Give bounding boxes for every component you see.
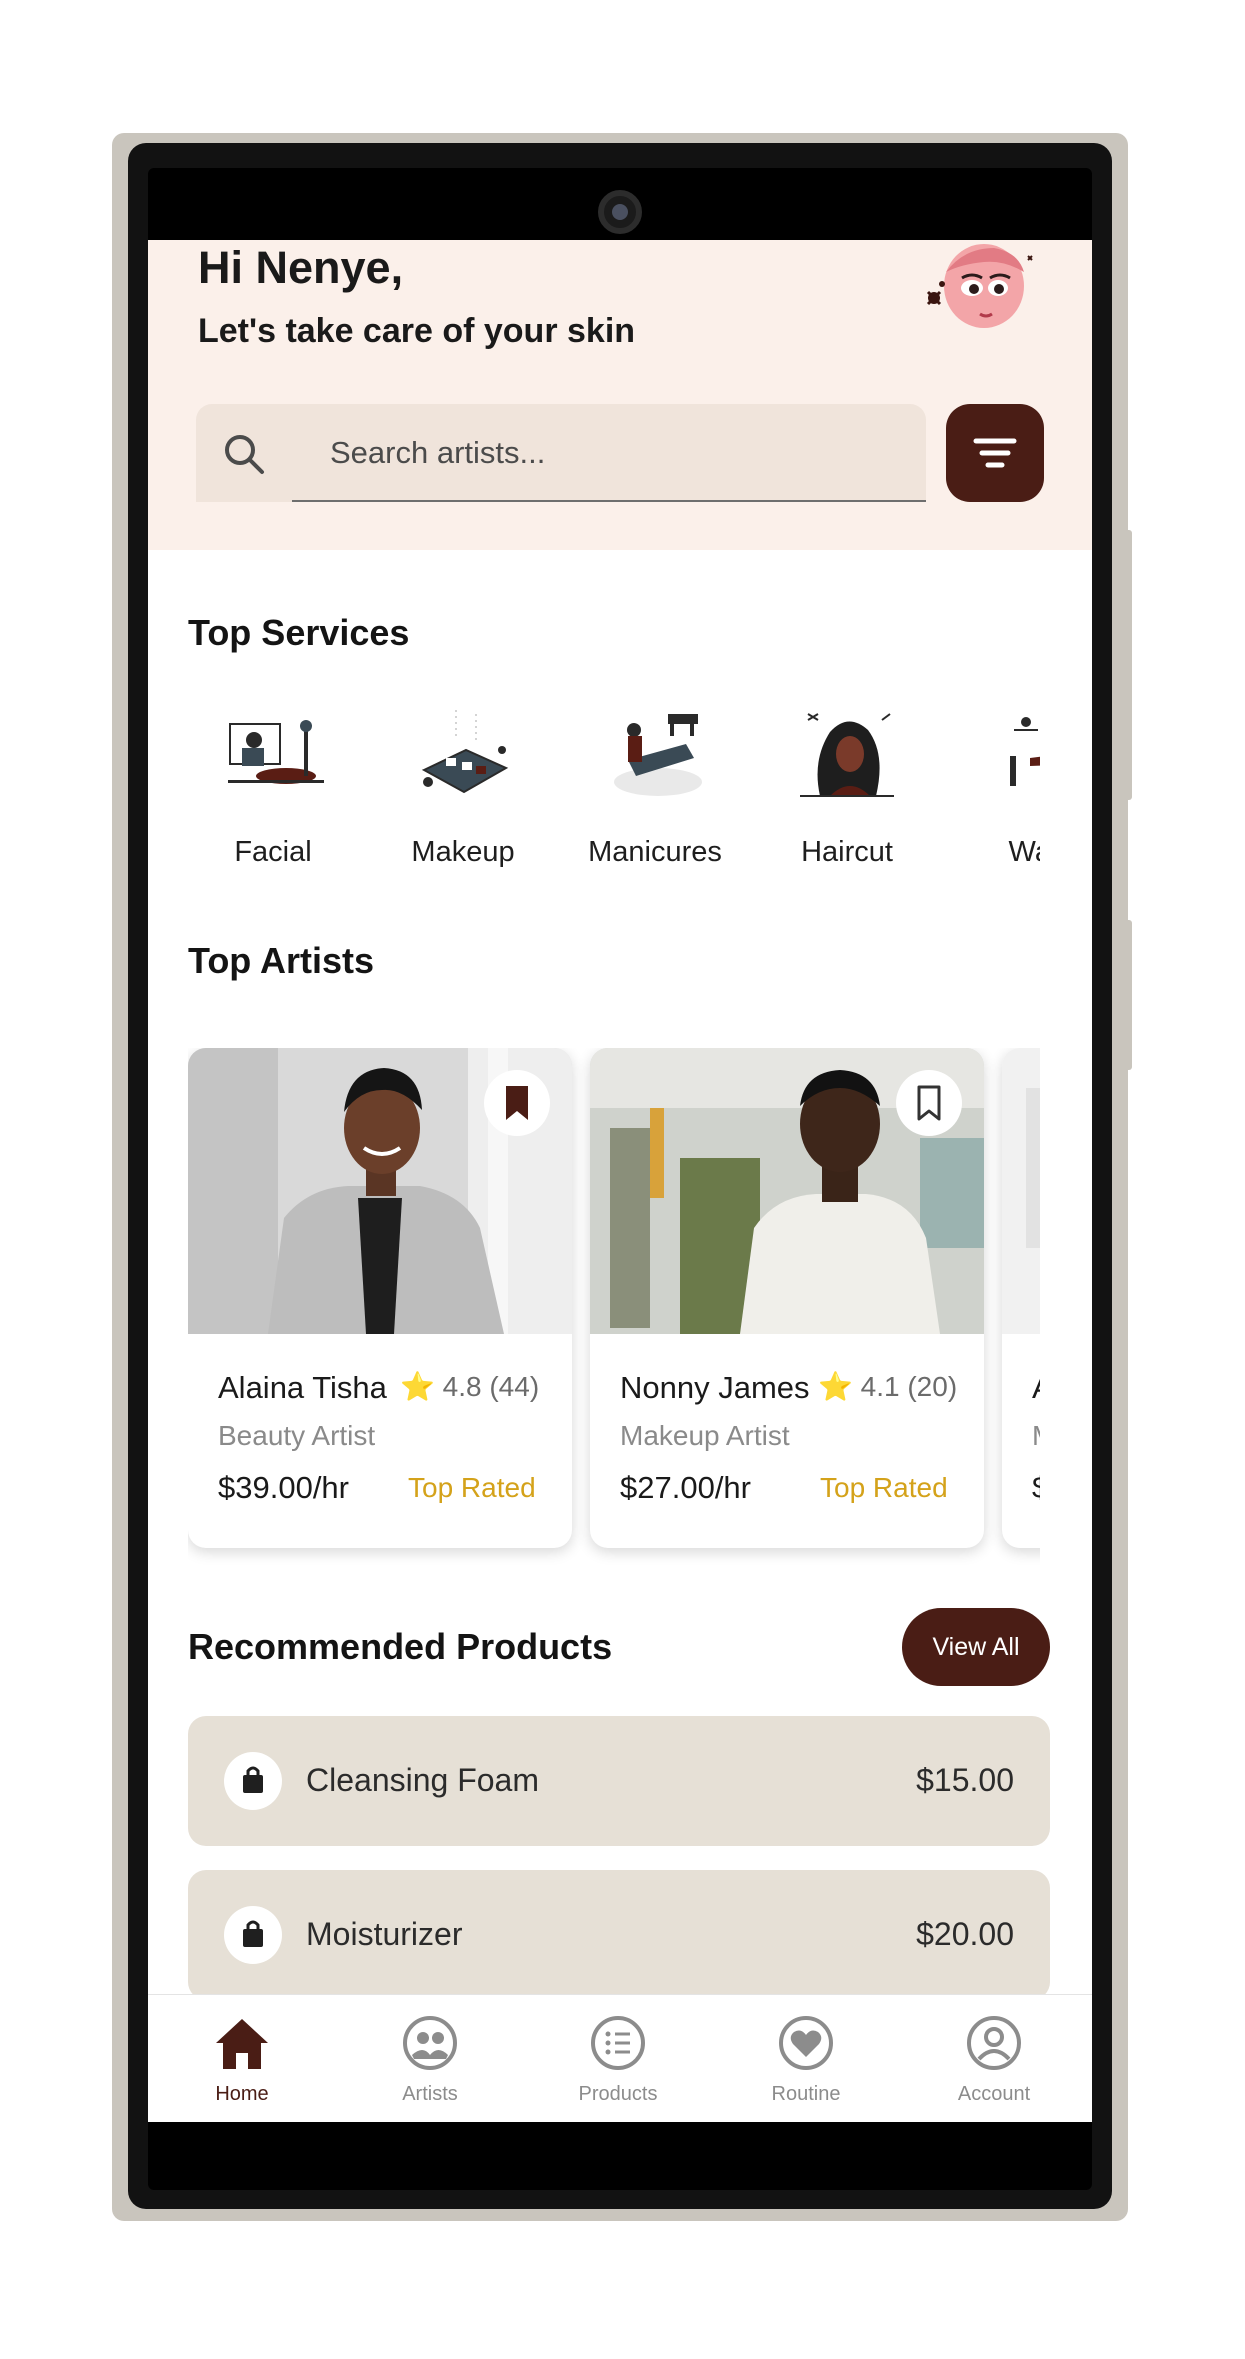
power-button [1124, 530, 1132, 800]
greeting: Hi Nenye, [198, 242, 404, 293]
product-price: $15.00 [916, 1762, 1014, 1798]
nav-item-account[interactable]: Account [900, 1995, 1088, 2122]
artist-photo [1002, 1048, 1040, 1334]
nav-label: Home [215, 2083, 269, 2105]
filter-icon [973, 438, 1017, 468]
nav-label: Routine [771, 2083, 841, 2105]
greeting-subtitle: Let's take care of your skin [198, 312, 636, 350]
artist-card[interactable]: Ar M $2 [1002, 1048, 1040, 1548]
search-underline [292, 500, 926, 502]
artist-name: Nonny James [620, 1370, 810, 1405]
bookmark-outline-icon [917, 1085, 941, 1121]
search-input[interactable] [330, 428, 890, 478]
artist-role: M [1032, 1420, 1040, 1452]
account-icon [967, 2016, 1021, 2070]
products-icon [591, 2016, 645, 2070]
search-bar[interactable] [196, 404, 926, 502]
product-name: Cleansing Foam [306, 1762, 539, 1798]
service-item-manicures[interactable]: Manicures [570, 700, 740, 900]
phone-screen: Hi Nenye, Let's take care of your skin S… [148, 168, 1092, 2190]
service-label: Facial [234, 836, 312, 868]
artists-icon [403, 2016, 457, 2070]
artist-price: $2 [1032, 1470, 1040, 1506]
service-item-haircut[interactable]: Haircut [762, 700, 932, 900]
nav-item-artists[interactable]: Artists [336, 1995, 524, 2122]
shopping-bag-icon [224, 1752, 282, 1810]
nav-label: Artists [402, 2083, 458, 2105]
top-services-title: Top Services [188, 612, 410, 653]
manicures-illustration [614, 714, 702, 796]
artist-price: $39.00/hr [218, 1470, 349, 1505]
service-item-makeup[interactable]: Makeup [378, 700, 548, 900]
artist-rating: ⭐ 4.8 (44) [400, 1371, 540, 1402]
filter-button[interactable] [946, 404, 1044, 502]
recommended-products-title: Recommended Products [188, 1626, 613, 1667]
top-rated-badge: Top Rated [408, 1472, 536, 1503]
product-item[interactable]: Moisturizer $20.00 [188, 1870, 1050, 2000]
facial-illustration [228, 720, 324, 784]
service-label: Haircut [801, 836, 893, 868]
profile-avatar[interactable] [924, 242, 1036, 340]
bottom-navigation: Home Artists Products Routine Account [148, 1994, 1092, 2122]
service-label: Manicures [588, 836, 722, 868]
services-list: Facial Makeup Manicures Haircut W [188, 700, 1040, 900]
artist-card[interactable]: Alaina Tisha ⭐ 4.8 (44) Beauty Artist $3… [188, 1048, 572, 1548]
artist-price: $27.00/hr [620, 1470, 751, 1505]
bookmark-button[interactable] [896, 1070, 962, 1136]
artist-name: Alaina Tisha [218, 1370, 387, 1405]
product-price: $20.00 [916, 1916, 1014, 1952]
service-label: Makeup [411, 836, 515, 868]
view-all-button[interactable]: View All [902, 1608, 1050, 1686]
makeup-illustration [421, 710, 509, 794]
bookmark-button[interactable] [484, 1070, 550, 1136]
bookmark-filled-icon [506, 1086, 528, 1120]
header: Hi Nenye, Let's take care of your skin [148, 240, 1092, 550]
service-label: Wax [1008, 836, 1040, 868]
top-rated-badge: Top Rated [820, 1472, 948, 1503]
routine-icon [779, 2016, 833, 2070]
nav-label: Products [578, 2083, 658, 2105]
volume-button [1124, 920, 1132, 1070]
wax-illustration [1010, 717, 1040, 786]
nav-label: Account [957, 2083, 1031, 2105]
search-icon [225, 435, 264, 474]
front-camera [598, 190, 642, 234]
haircut-illustration [800, 713, 894, 797]
product-item[interactable]: Cleansing Foam $15.00 [188, 1716, 1050, 1846]
shopping-bag-icon [224, 1906, 282, 1964]
artist-card[interactable]: Nonny James ⭐ 4.1 (20) Makeup Artist $27… [590, 1048, 984, 1548]
service-item-wax[interactable]: Wax [952, 700, 1040, 900]
artists-list: Alaina Tisha ⭐ 4.8 (44) Beauty Artist $3… [188, 1048, 1040, 1568]
artist-role: Beauty Artist [218, 1420, 376, 1451]
top-artists-title: Top Artists [188, 940, 374, 981]
artist-name: Ar [1032, 1370, 1040, 1406]
app-screen: Hi Nenye, Let's take care of your skin S… [148, 240, 1092, 2122]
product-name: Moisturizer [306, 1916, 463, 1952]
service-item-facial[interactable]: Facial [188, 700, 358, 900]
artist-rating: ⭐ 4.1 (20) [818, 1371, 958, 1402]
artist-role: Makeup Artist [620, 1420, 790, 1451]
nav-item-products[interactable]: Products [524, 1995, 712, 2122]
nav-item-routine[interactable]: Routine [712, 1995, 900, 2122]
nav-item-home[interactable]: Home [148, 1995, 336, 2122]
home-icon [216, 2019, 268, 2069]
